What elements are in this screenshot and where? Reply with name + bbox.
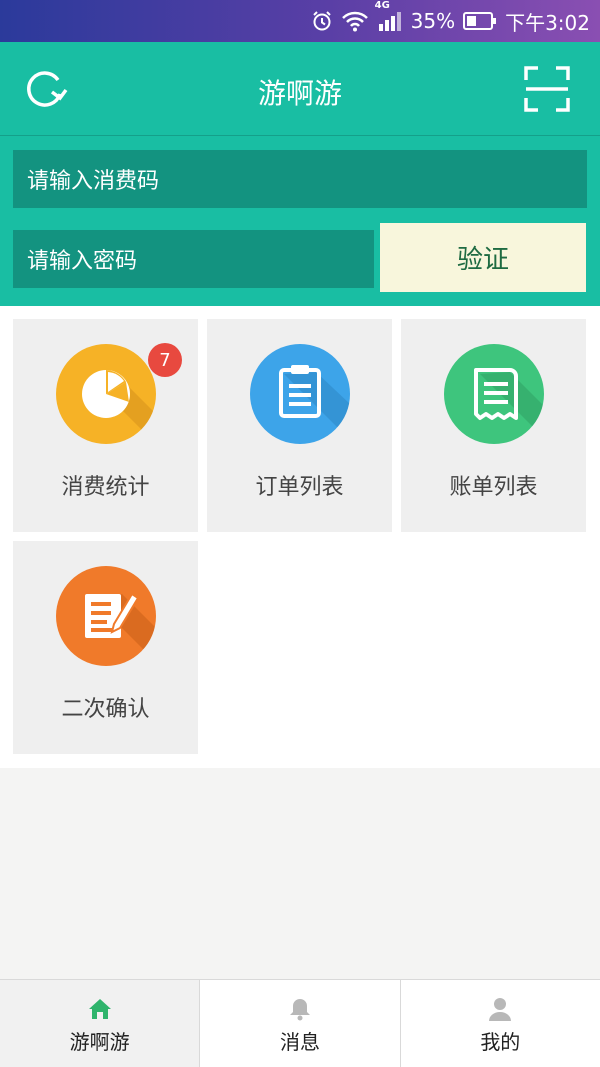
alarm-icon	[311, 10, 333, 32]
notification-badge: 7	[148, 343, 182, 377]
battery-icon	[463, 11, 497, 31]
menu-item-order-list[interactable]: 订单列表	[207, 319, 392, 532]
receipt-icon	[444, 344, 544, 444]
edit-document-icon	[56, 566, 156, 666]
tab-label: 消息	[279, 1030, 320, 1054]
verify-form: 请输入消费码 请输入密码 验证	[0, 136, 600, 306]
password-input[interactable]: 请输入密码	[13, 230, 374, 288]
tab-profile[interactable]: 我的	[401, 980, 600, 1067]
menu-item-bill-list[interactable]: 账单列表	[401, 319, 586, 532]
tab-messages[interactable]: 消息	[200, 980, 401, 1067]
app-header: 游啊游	[0, 42, 600, 136]
menu-item-label: 账单列表	[449, 475, 538, 500]
clock: 下午3:02	[505, 10, 590, 35]
bell-icon	[287, 996, 313, 1022]
menu-item-second-confirm[interactable]: 二次确认	[13, 541, 198, 754]
consumption-code-input[interactable]: 请输入消费码	[13, 150, 587, 208]
password-placeholder: 请输入密码	[27, 249, 138, 274]
bottom-tab-bar: 游啊游 消息 我的	[0, 979, 600, 1067]
scan-icon[interactable]	[524, 66, 570, 112]
menu-grid: 7 消费统计 订单列表 账单列表 二次确认	[0, 306, 600, 768]
home-icon	[87, 996, 113, 1022]
menu-item-label: 二次确认	[61, 697, 150, 722]
user-icon	[487, 996, 513, 1022]
page-title: 游啊游	[257, 77, 342, 110]
verify-button[interactable]: 验证	[380, 223, 586, 292]
battery-percent: 35%	[410, 9, 456, 33]
menu-item-consumption-stats[interactable]: 7 消费统计	[13, 319, 198, 532]
wifi-icon	[341, 10, 369, 32]
consumption-code-placeholder: 请输入消费码	[27, 169, 160, 194]
network-type: 4G	[374, 0, 390, 11]
clipboard-icon	[250, 344, 350, 444]
tab-label: 游啊游	[69, 1030, 130, 1054]
tab-home[interactable]: 游啊游	[0, 980, 201, 1067]
signal-icon: 4G	[375, 0, 403, 32]
menu-item-label: 订单列表	[255, 475, 344, 500]
status-bar: 4G 35% 下午3:02	[0, 0, 600, 42]
pie-chart-icon	[56, 344, 156, 444]
menu-item-label: 消费统计	[61, 475, 150, 500]
tab-label: 我的	[480, 1030, 521, 1054]
